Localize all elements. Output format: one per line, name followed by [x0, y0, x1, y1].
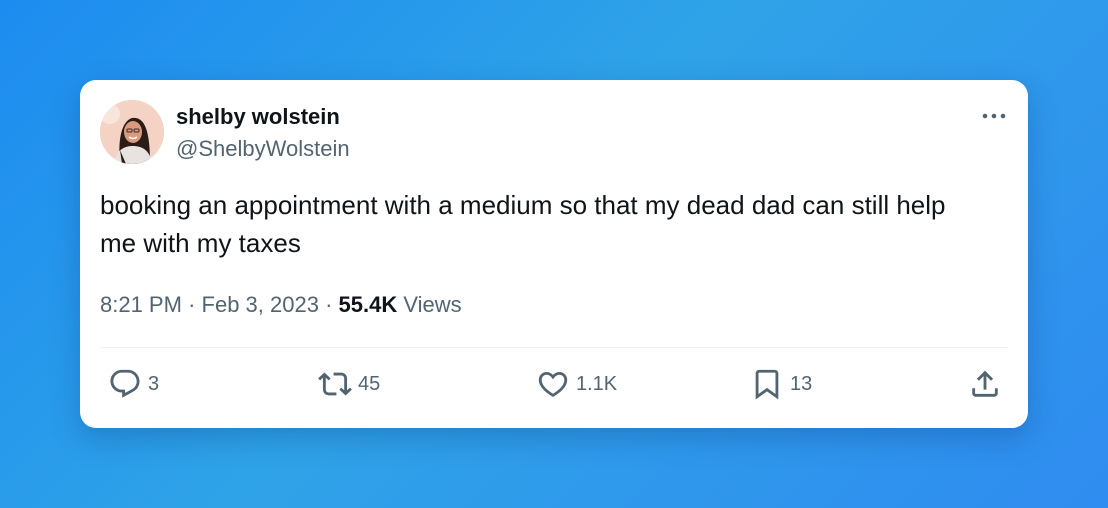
more-options-button[interactable] — [978, 104, 1010, 128]
meta-separator: · — [325, 292, 333, 317]
retweet-button[interactable]: 45 — [318, 366, 380, 402]
share-button[interactable] — [968, 366, 1002, 402]
bookmark-icon — [755, 369, 779, 400]
reply-count: 3 — [148, 372, 160, 395]
bookmark-count: 13 — [790, 372, 813, 395]
retweet-icon — [318, 372, 352, 396]
share-icon — [972, 370, 998, 397]
display-name[interactable]: shelby wolstein — [176, 104, 340, 130]
bookmark-button[interactable]: 13 — [750, 366, 812, 402]
like-button[interactable]: 1.1K — [536, 366, 617, 402]
more-icon — [982, 113, 1006, 119]
views-label: Views — [403, 292, 462, 317]
user-handle[interactable]: @ShelbyWolstein — [176, 136, 350, 162]
tweet-time[interactable]: 8:21 PM — [100, 292, 182, 317]
divider — [100, 347, 1008, 348]
action-bar: 3 45 1.1K 13 — [100, 366, 1008, 402]
avatar[interactable] — [100, 100, 164, 164]
retweet-count: 45 — [358, 372, 381, 395]
avatar-image — [100, 100, 164, 164]
tweet-card: shelby wolstein @ShelbyWolstein booking … — [80, 80, 1028, 428]
reply-icon — [110, 369, 140, 398]
heart-icon — [538, 371, 568, 397]
tweet-text: booking an appointment with a medium so … — [100, 190, 946, 258]
like-count: 1.1K — [576, 372, 618, 395]
tweet-date[interactable]: Feb 3, 2023 — [202, 292, 319, 317]
meta-separator: · — [188, 292, 196, 317]
reply-button[interactable]: 3 — [108, 366, 159, 402]
tweet-meta: 8:21 PM · Feb 3, 2023 · 55.4K Views — [100, 292, 462, 318]
views-count: 55.4K — [338, 292, 398, 317]
